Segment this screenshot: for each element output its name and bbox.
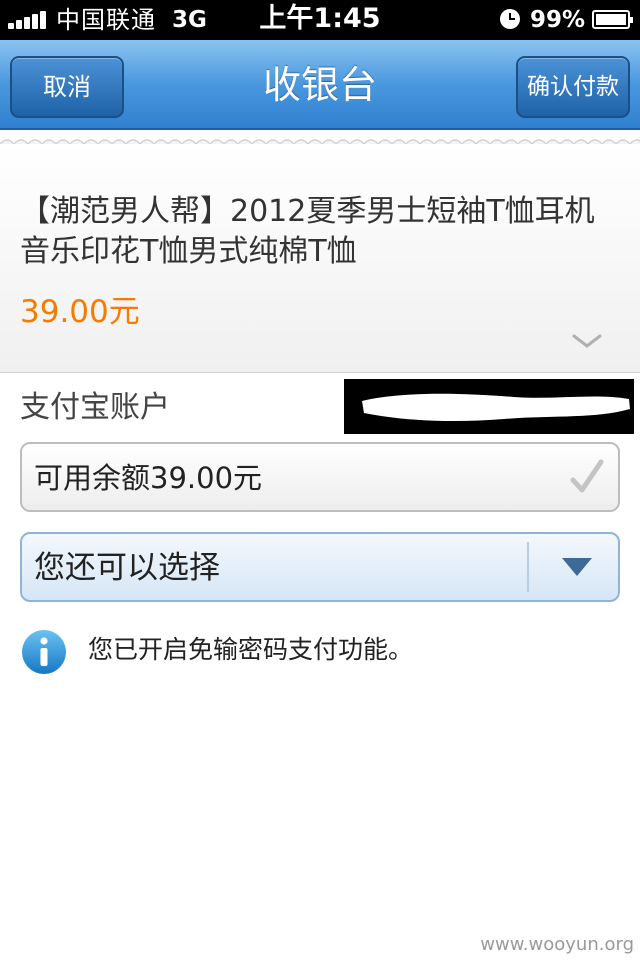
- watermark: www.wooyun.org: [480, 934, 634, 955]
- alarm-clock-icon: [500, 9, 520, 29]
- payment-method-select[interactable]: 您还可以选择: [20, 532, 620, 602]
- status-bar: 中国联通 3G 上午1:45 99%: [0, 0, 640, 40]
- product-price: 39.00元: [20, 294, 140, 330]
- redacted-account-value: [344, 379, 634, 434]
- confirm-payment-button[interactable]: 确认付款: [516, 56, 630, 118]
- select-divider: [527, 542, 529, 592]
- battery-icon: [592, 10, 633, 29]
- product-card[interactable]: 【潮范男人帮】2012夏季男士短袖T恤耳机音乐印花T恤男式纯棉T恤 39.00元: [0, 144, 640, 373]
- info-message: 您已开启免输密码支付功能。: [88, 635, 414, 664]
- battery-percent: 99%: [530, 7, 586, 33]
- check-icon: [570, 459, 604, 493]
- account-label: 支付宝账户: [20, 390, 170, 425]
- product-title: 【潮范男人帮】2012夏季男士短袖T恤耳机音乐印花T恤男式纯棉T恤: [20, 194, 595, 269]
- chevron-down-icon[interactable]: [572, 334, 602, 348]
- info-icon: [22, 630, 66, 674]
- select-value: 您还可以选择: [34, 550, 220, 586]
- triangle-down-icon[interactable]: [562, 558, 592, 576]
- balance-option[interactable]: 可用余额39.00元: [20, 442, 620, 512]
- balance-text: 可用余额39.00元: [34, 461, 263, 495]
- nav-bar: 取消 收银台 确认付款: [0, 40, 640, 130]
